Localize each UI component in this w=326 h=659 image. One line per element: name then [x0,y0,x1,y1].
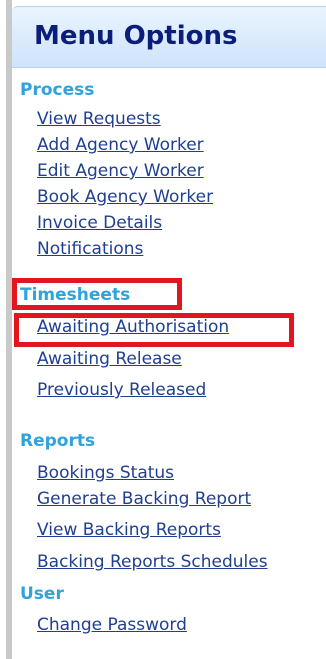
menu-panel: Menu Options Process View Requests Add A… [12,0,326,659]
link-change-password[interactable]: Change Password [37,615,187,635]
highlight-box-timesheets [12,278,182,310]
section-process-heading: Process [20,80,95,100]
menu-title: Menu Options [34,21,238,51]
link-notifications[interactable]: Notifications [37,239,143,259]
link-add-agency-worker[interactable]: Add Agency Worker [37,135,204,155]
section-user-heading: User [20,584,64,604]
link-bookings-status[interactable]: Bookings Status [37,463,174,483]
menu-header: Menu Options [12,6,326,68]
link-book-agency-worker[interactable]: Book Agency Worker [37,187,213,207]
link-generate-backing-report[interactable]: Generate Backing Report [37,489,251,509]
link-previously-released[interactable]: Previously Released [37,380,206,400]
link-edit-agency-worker[interactable]: Edit Agency Worker [37,161,204,181]
link-backing-reports-schedules[interactable]: Backing Reports Schedules [37,552,268,572]
link-invoice-details[interactable]: Invoice Details [37,213,162,233]
highlight-box-awaiting-authorisation [14,313,294,347]
section-reports-heading: Reports [20,431,96,451]
link-view-backing-reports[interactable]: View Backing Reports [37,520,221,540]
link-awaiting-release[interactable]: Awaiting Release [37,349,182,369]
link-view-requests[interactable]: View Requests [37,109,161,129]
